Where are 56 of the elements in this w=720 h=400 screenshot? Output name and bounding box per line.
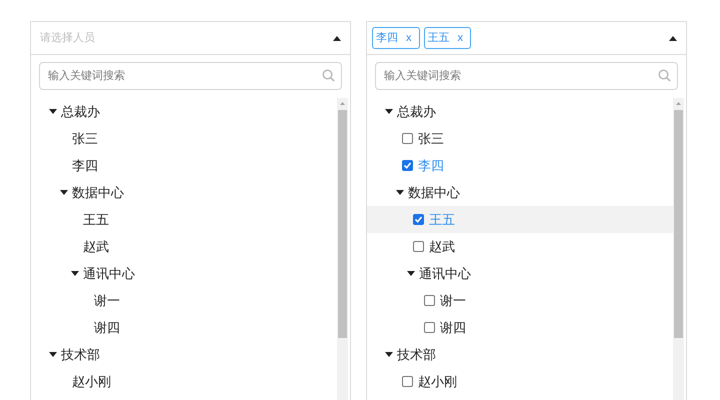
select-placeholder: 请选择人员 (39, 30, 95, 46)
group-label[interactable]: 通讯中心 (419, 264, 471, 284)
tag-label: 李四 (376, 30, 398, 46)
group-label[interactable]: 总裁办 (61, 102, 100, 122)
tree-row[interactable]: 谢四 (367, 314, 673, 341)
tree-row[interactable]: 张三 (31, 125, 337, 152)
tree-row[interactable]: 赵小刚 (31, 368, 337, 395)
person-label[interactable]: 赵武 (83, 236, 109, 256)
caret-icon[interactable] (385, 109, 393, 114)
person-label[interactable]: 李四 (72, 156, 98, 176)
checkbox[interactable] (402, 376, 413, 387)
tree-row[interactable]: 谢一 (31, 287, 337, 314)
checkbox[interactable] (402, 133, 413, 144)
caret-up-icon[interactable] (333, 36, 341, 40)
group-label[interactable]: 技术部 (61, 344, 100, 364)
tree-row[interactable]: 谢四 (31, 314, 337, 341)
checkbox[interactable] (413, 241, 424, 252)
person-label[interactable]: 谢一 (440, 290, 466, 310)
caret-icon[interactable] (49, 352, 57, 357)
scrollbar[interactable] (337, 98, 348, 400)
person-label[interactable]: 王五 (83, 210, 109, 230)
person-label[interactable]: 张三 (418, 128, 444, 148)
caret-icon[interactable] (407, 271, 415, 276)
tag-label: 王五 (428, 30, 450, 46)
person-label[interactable]: 赵小刚 (72, 372, 111, 392)
caret-icon[interactable] (385, 352, 393, 357)
group-label[interactable]: 总裁办 (397, 102, 436, 122)
person-label[interactable]: 谢四 (94, 318, 120, 338)
scrollbar[interactable] (673, 98, 684, 400)
person-label[interactable]: 赵武 (429, 236, 455, 256)
caret-icon[interactable] (396, 190, 404, 195)
checkbox[interactable] (424, 295, 435, 306)
caret-icon[interactable] (49, 109, 57, 114)
group-label[interactable]: 技术部 (397, 344, 436, 364)
person-label[interactable]: 赵小刚 (418, 372, 457, 392)
checkbox[interactable] (402, 160, 413, 171)
caret-icon[interactable] (60, 190, 68, 195)
caret-icon[interactable] (71, 271, 79, 276)
caret-up-icon[interactable] (669, 36, 677, 40)
person-label[interactable]: 谢一 (94, 290, 120, 310)
tree-row[interactable]: 赵武 (31, 233, 337, 260)
tree-row[interactable]: 王五 (31, 206, 337, 233)
checkbox[interactable] (413, 214, 424, 225)
tree-row[interactable]: 张三 (367, 125, 673, 152)
group-label[interactable]: 通讯中心 (83, 264, 135, 284)
tree-row[interactable]: 李四 (31, 152, 337, 179)
search-field[interactable]: 输入关键词搜索 (375, 62, 678, 90)
search-field[interactable]: 输入关键词搜索 (39, 62, 342, 90)
checkbox[interactable] (424, 322, 435, 333)
tree-row[interactable]: 赵武 (367, 233, 673, 260)
group-label[interactable]: 数据中心 (408, 182, 460, 202)
person-label[interactable]: 谢四 (440, 318, 466, 338)
tree-row[interactable]: 谢一 (367, 287, 673, 314)
tree-row[interactable]: 赵小刚 (367, 368, 673, 395)
group-label[interactable]: 数据中心 (72, 182, 124, 202)
person-label[interactable]: 张三 (72, 128, 98, 148)
